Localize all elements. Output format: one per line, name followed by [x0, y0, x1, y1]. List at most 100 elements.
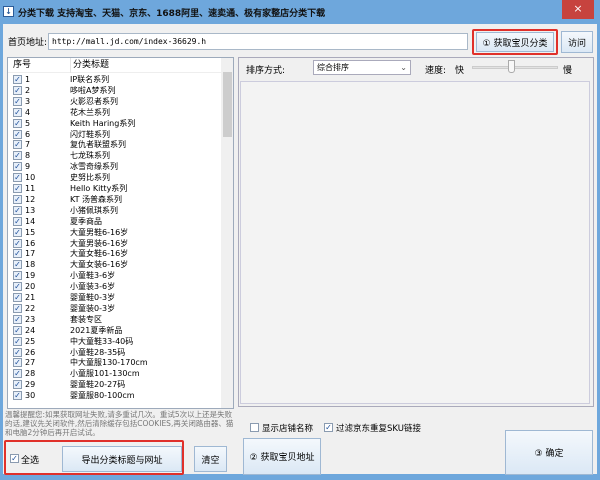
- item-checkbox[interactable]: ✓: [13, 140, 22, 150]
- list-item[interactable]: ✓ 18 大童女装6-16岁: [8, 259, 221, 270]
- item-checkbox[interactable]: ✓: [13, 173, 22, 183]
- item-title: 套装专区: [70, 314, 102, 324]
- show-shop-name-checkbox[interactable]: [250, 423, 259, 432]
- item-checkbox[interactable]: ✓: [13, 107, 22, 117]
- list-item[interactable]: ✓ 13 小猪佩琪系列: [8, 205, 221, 216]
- item-index: 30: [25, 391, 36, 401]
- item-index: 3: [25, 96, 31, 106]
- list-item[interactable]: ✓ 11 Hello Kitty系列: [8, 183, 221, 194]
- item-checkbox[interactable]: ✓: [13, 118, 22, 128]
- list-item[interactable]: ✓ 26 小童鞋28-35码: [8, 347, 221, 358]
- speed-slider[interactable]: [472, 66, 558, 69]
- item-checkbox[interactable]: ✓: [13, 314, 22, 324]
- select-all-option[interactable]: ✓ 全选: [10, 453, 39, 466]
- item-title: 火影忍者系列: [70, 96, 118, 106]
- list-item[interactable]: ✓ 10 史努比系列: [8, 172, 221, 183]
- list-item[interactable]: ✓ 9 冰雪奇缘系列: [8, 161, 221, 172]
- item-checkbox[interactable]: ✓: [13, 162, 22, 172]
- item-checkbox[interactable]: ✓: [13, 391, 22, 401]
- scrollbar-thumb[interactable]: [223, 72, 232, 137]
- item-checkbox[interactable]: ✓: [13, 216, 22, 226]
- item-checkbox[interactable]: ✓: [13, 369, 22, 379]
- item-checkbox[interactable]: ✓: [13, 303, 22, 313]
- item-checkbox[interactable]: ✓: [13, 238, 22, 248]
- category-list: 序号 分类标题 ✓ 1 IP联名系列 ✓ 2 哆啦A梦系列 ✓ 3 火影忍者系列 ✓ 4 花木兰系列 ✓…: [7, 57, 234, 409]
- item-checkbox[interactable]: ✓: [13, 85, 22, 95]
- show-shop-name-option[interactable]: 显示店铺名称: [250, 422, 313, 434]
- list-item[interactable]: ✓ 1 IP联名系列: [8, 74, 221, 85]
- list-item[interactable]: ✓ 12 KT 汤普森系列: [8, 194, 221, 205]
- speed-slider-thumb[interactable]: [507, 60, 515, 73]
- clear-button[interactable]: 清空: [194, 446, 227, 472]
- list-item[interactable]: ✓ 28 小童服101-130cm: [8, 368, 221, 379]
- sort-select[interactable]: 综合排序 ⌄: [313, 60, 411, 75]
- item-index: 5: [25, 118, 31, 128]
- filter-jd-sku-checkbox[interactable]: ✓: [324, 423, 333, 432]
- list-item[interactable]: ✓ 30 婴童服80-100cm: [8, 390, 221, 401]
- item-checkbox[interactable]: ✓: [13, 184, 22, 193]
- export-button[interactable]: 导出分类标题与网址: [62, 446, 182, 472]
- item-title: 婴童装0-3岁: [70, 303, 116, 313]
- item-title: Keith Haring系列: [70, 118, 136, 128]
- item-checkbox[interactable]: ✓: [13, 293, 22, 302]
- filter-jd-sku-option[interactable]: ✓ 过滤京东重复SKU链接: [324, 422, 421, 434]
- select-all-checkbox[interactable]: ✓: [10, 454, 19, 463]
- list-item[interactable]: ✓ 4 花木兰系列: [8, 107, 221, 118]
- item-index: 21: [25, 293, 36, 302]
- item-title: 小童装3-6岁: [70, 282, 116, 292]
- item-index: 25: [25, 336, 36, 346]
- list-item[interactable]: ✓ 23 套装专区: [8, 314, 221, 325]
- list-item[interactable]: ✓ 17 大童女鞋6-16岁: [8, 248, 221, 259]
- item-checkbox[interactable]: ✓: [13, 260, 22, 270]
- list-item[interactable]: ✓ 3 火影忍者系列: [8, 96, 221, 107]
- item-title: 大童女装6-16岁: [70, 260, 129, 270]
- visit-button[interactable]: 访问: [561, 31, 593, 53]
- list-item[interactable]: ✓ 29 婴童鞋20-27码: [8, 379, 221, 390]
- item-checkbox[interactable]: ✓: [13, 325, 22, 335]
- list-item[interactable]: ✓ 2 哆啦A梦系列: [8, 85, 221, 96]
- item-index: 29: [25, 380, 36, 390]
- item-index: 26: [25, 347, 36, 357]
- item-checkbox[interactable]: ✓: [13, 336, 22, 346]
- item-title: 复仇者联盟系列: [70, 140, 126, 150]
- list-item[interactable]: ✓ 14 夏季商品: [8, 216, 221, 227]
- item-checkbox[interactable]: ✓: [13, 75, 22, 84]
- list-item[interactable]: ✓ 25 中大童鞋33-40码: [8, 336, 221, 347]
- app-icon: ↓: [3, 6, 14, 17]
- list-item[interactable]: ✓ 19 小童鞋3-6岁: [8, 270, 221, 281]
- item-index: 8: [25, 151, 31, 161]
- list-item[interactable]: ✓ 22 婴童装0-3岁: [8, 303, 221, 314]
- item-checkbox[interactable]: ✓: [13, 227, 22, 237]
- url-input[interactable]: [48, 33, 468, 50]
- item-checkbox[interactable]: ✓: [13, 282, 22, 292]
- list-item[interactable]: ✓ 15 大童男鞋6-16岁: [8, 227, 221, 238]
- item-title: Hello Kitty系列: [70, 184, 128, 193]
- item-checkbox[interactable]: ✓: [13, 347, 22, 357]
- list-item[interactable]: ✓ 6 闪灯鞋系列: [8, 129, 221, 140]
- item-checkbox[interactable]: ✓: [13, 129, 22, 139]
- item-checkbox[interactable]: ✓: [13, 151, 22, 161]
- item-index: 2: [25, 85, 31, 95]
- item-checkbox[interactable]: ✓: [13, 358, 22, 368]
- item-checkbox[interactable]: ✓: [13, 194, 22, 204]
- list-item[interactable]: ✓ 20 小童装3-6岁: [8, 281, 221, 292]
- list-item[interactable]: ✓ 5 Keith Haring系列: [8, 118, 221, 129]
- list-item[interactable]: ✓ 21 婴童鞋0-3岁: [8, 292, 221, 303]
- list-item[interactable]: ✓ 27 中大童服130-170cm: [8, 357, 221, 368]
- list-item[interactable]: ✓ 8 七龙珠系列: [8, 150, 221, 161]
- item-title: 哆啦A梦系列: [70, 85, 116, 95]
- close-button[interactable]: ×: [562, 0, 594, 19]
- item-checkbox[interactable]: ✓: [13, 380, 22, 390]
- speed-fast-label: 快: [455, 66, 465, 76]
- get-categories-button[interactable]: ① 获取宝贝分类: [476, 32, 554, 52]
- list-item[interactable]: ✓ 24 2021夏季新品: [8, 325, 221, 336]
- get-urls-button[interactable]: ② 获取宝贝地址: [243, 438, 321, 475]
- item-checkbox[interactable]: ✓: [13, 249, 22, 259]
- confirm-button[interactable]: ③ 确定: [505, 430, 593, 475]
- item-checkbox[interactable]: ✓: [13, 205, 22, 215]
- item-checkbox[interactable]: ✓: [13, 271, 22, 281]
- list-item[interactable]: ✓ 7 复仇者联盟系列: [8, 139, 221, 150]
- item-checkbox[interactable]: ✓: [13, 96, 22, 106]
- item-index: 13: [25, 205, 36, 215]
- list-item[interactable]: ✓ 16 大童男装6-16岁: [8, 238, 221, 249]
